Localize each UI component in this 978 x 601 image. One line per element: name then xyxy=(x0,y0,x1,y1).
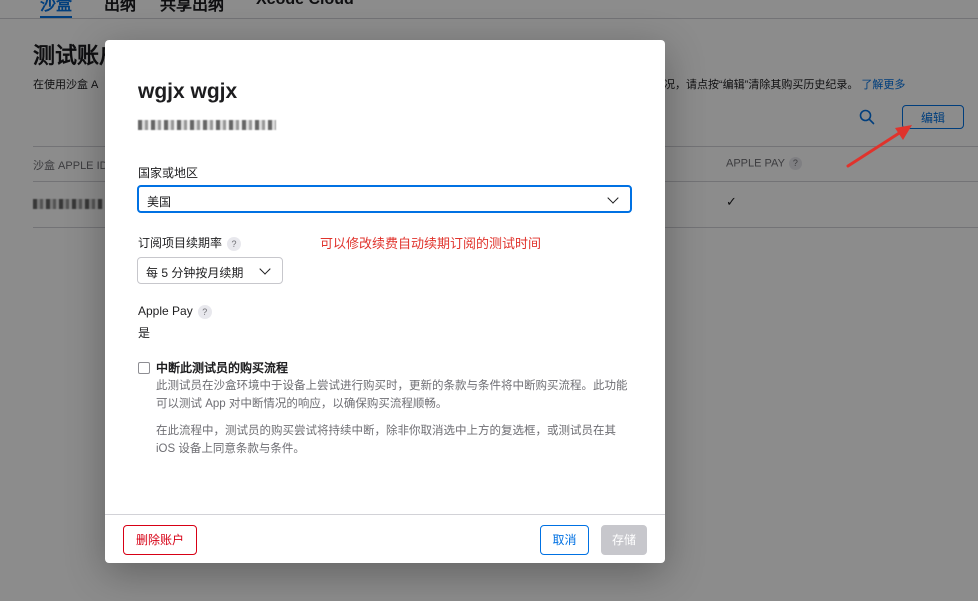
apple-pay-value: 是 xyxy=(138,326,151,340)
help-icon[interactable]: ? xyxy=(197,304,212,319)
delete-account-button[interactable]: 删除账户 xyxy=(123,525,197,555)
edit-tester-dialog: wgjx wgjx 国家或地区 美国 订阅项目续期率? 可以修改续费自动续期订阅… xyxy=(105,40,665,563)
country-value: 美国 xyxy=(147,195,172,209)
apple-pay-label-group: Apple Pay? xyxy=(138,304,212,319)
renewal-rate-select[interactable]: 每 5 分钟按月续期 xyxy=(137,257,283,284)
interrupt-description-2: 在此流程中，测试员的购买尝试将持续中断，除非你取消选中上方的复选框，或测试员在其… xyxy=(156,425,616,455)
chevron-down-icon xyxy=(259,263,271,275)
redacted-email-bar xyxy=(138,120,276,130)
renewal-rate-label: 订阅项目续期率 xyxy=(138,236,223,250)
apple-pay-label: Apple Pay xyxy=(138,304,193,318)
renewal-rate-label-group: 订阅项目续期率? xyxy=(138,234,242,251)
country-select[interactable]: 美国 xyxy=(137,185,632,213)
annotation-text: 可以修改续费自动续期订阅的测试时间 xyxy=(320,236,542,251)
cancel-button[interactable]: 取消 xyxy=(540,525,589,555)
country-label: 国家或地区 xyxy=(138,166,199,180)
interrupt-description-1: 此测试员在沙盒环境中于设备上尝试进行购买时，更新的条款与条件将中断购买流程。此功… xyxy=(156,380,628,410)
interrupt-purchase-checkbox[interactable] xyxy=(138,362,150,374)
renewal-rate-value: 每 5 分钟按月续期 xyxy=(146,266,244,280)
tester-name: wgjx wgjx xyxy=(138,80,238,103)
interrupt-purchase-label[interactable]: 中断此测试员的购买流程 xyxy=(156,359,288,376)
redacted-email xyxy=(138,117,276,135)
save-button[interactable]: 存储 xyxy=(601,525,647,555)
annotation-arrow-icon xyxy=(846,125,912,168)
help-icon[interactable]: ? xyxy=(227,236,242,251)
dialog-footer: 删除账户 取消 存储 xyxy=(105,514,665,563)
chevron-down-icon xyxy=(607,192,619,204)
